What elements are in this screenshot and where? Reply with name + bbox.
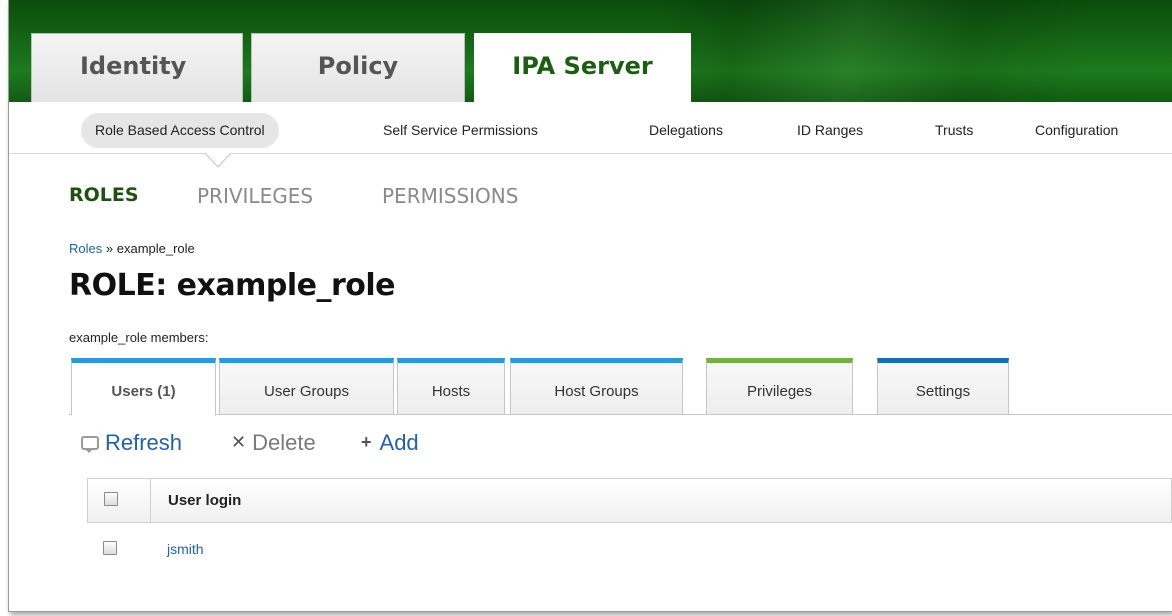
facet-tab-user-groups[interactable]: User Groups <box>219 358 394 415</box>
facet-tab-users[interactable]: Users (1) <box>71 358 216 416</box>
user-login-link[interactable]: jsmith <box>167 541 204 557</box>
refresh-icon <box>81 436 99 453</box>
refresh-button[interactable]: Refresh <box>81 430 182 456</box>
entity-tab-roles[interactable]: ROLES <box>69 184 139 206</box>
subnav-item-rbac[interactable]: Role Based Access Control <box>81 113 279 148</box>
x-icon: ✕ <box>231 432 247 452</box>
subnav-item-trusts[interactable]: Trusts <box>935 113 973 148</box>
header-checkbox-cell <box>88 479 151 522</box>
plus-icon: + <box>361 432 372 452</box>
members-label: example_role members: <box>69 330 209 345</box>
select-all-checkbox[interactable] <box>104 492 118 506</box>
facet-tab-hosts[interactable]: Hosts <box>397 358 505 415</box>
row-checkbox[interactable] <box>103 541 117 555</box>
breadcrumb-separator: » <box>105 241 114 256</box>
subnav-pointer <box>205 152 231 166</box>
subnav-item-configuration[interactable]: Configuration <box>1035 113 1118 148</box>
facet-tab-host-groups[interactable]: Host Groups <box>510 358 683 415</box>
breadcrumb-current: example_role <box>116 241 195 256</box>
entity-tab-privileges[interactable]: PRIVILEGES <box>197 184 313 208</box>
tab-ipa-server[interactable]: IPA Server <box>474 33 691 102</box>
page-title: ROLE: example_role <box>69 268 396 303</box>
delete-button[interactable]: ✕ Delete <box>231 430 316 456</box>
subnav-item-self-service[interactable]: Self Service Permissions <box>383 113 538 148</box>
tab-identity[interactable]: Identity <box>31 33 243 102</box>
facet-tab-privileges[interactable]: Privileges <box>706 358 853 415</box>
add-button[interactable]: + Add <box>361 430 419 456</box>
facet-tab-settings[interactable]: Settings <box>877 358 1009 415</box>
app-window: Identity Policy IPA Server Role Based Ac… <box>8 0 1172 612</box>
tab-policy[interactable]: Policy <box>251 33 465 102</box>
table-header: User login <box>87 478 1172 523</box>
breadcrumb: Roles » example_role <box>69 241 195 256</box>
delete-label: Delete <box>252 430 316 455</box>
refresh-label: Refresh <box>105 430 183 455</box>
column-header-user-login[interactable]: User login <box>168 492 241 509</box>
add-label: Add <box>379 430 419 455</box>
subnav-item-id-ranges[interactable]: ID Ranges <box>797 113 863 148</box>
subnav-item-delegations[interactable]: Delegations <box>649 113 723 148</box>
breadcrumb-link-roles[interactable]: Roles <box>69 241 102 256</box>
subnav: Role Based Access Control Self Service P… <box>9 102 1172 154</box>
entity-tab-permissions[interactable]: PERMISSIONS <box>382 184 518 208</box>
